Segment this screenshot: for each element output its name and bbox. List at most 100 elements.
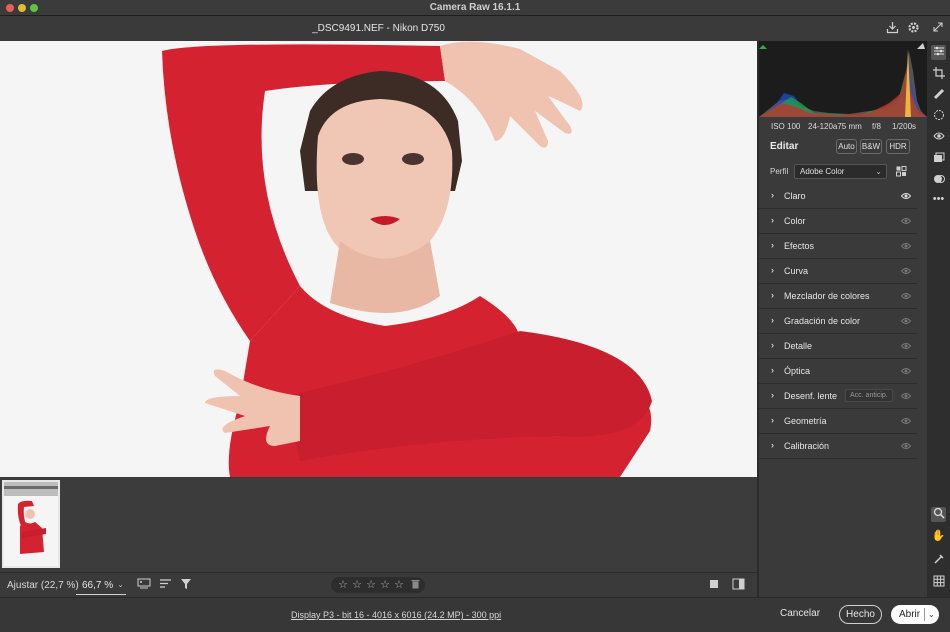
chevron-right-icon: › (771, 365, 774, 375)
visibility-eye-icon[interactable] (901, 342, 911, 350)
section-geometria[interactable]: › Geometría (759, 409, 917, 434)
hand-icon[interactable]: ✋ (931, 529, 946, 544)
more-icon[interactable]: ••• (931, 192, 946, 207)
rating-bar: ☆ ☆ ☆ ☆ ☆ (331, 577, 425, 593)
early-access-badge: Acc. anticip. (845, 389, 893, 402)
visibility-eye-icon[interactable] (901, 292, 911, 300)
visibility-eye-icon[interactable] (901, 367, 911, 375)
filmstrip (0, 477, 757, 572)
section-curva[interactable]: › Curva (759, 259, 917, 284)
edit-title: Editar (770, 141, 799, 152)
file-info: _DSC9491.NEF - Nikon D750 (312, 23, 445, 34)
rating-star[interactable]: ☆ (393, 578, 405, 591)
trash-icon[interactable] (409, 579, 421, 592)
histogram (759, 41, 927, 117)
chevron-right-icon: › (771, 290, 774, 300)
camera-info: ISO 100 24-120a75 mm f/8 1/200s (759, 119, 927, 133)
section-label: Efectos (784, 241, 815, 251)
section-mezclador[interactable]: › Mezclador de colores (759, 284, 917, 309)
chevron-right-icon: › (771, 340, 774, 350)
gear-icon[interactable] (906, 21, 920, 35)
chevron-right-icon: › (771, 265, 774, 275)
visibility-eye-icon[interactable] (901, 417, 911, 425)
chevron-right-icon: › (771, 240, 774, 250)
open-divider (924, 608, 925, 621)
chevron-right-icon: › (771, 440, 774, 450)
open-button[interactable]: Abrir ⌄ (891, 605, 939, 624)
section-gradacion[interactable]: › Gradación de color (759, 309, 917, 334)
auto-button[interactable]: Auto (836, 139, 857, 154)
visibility-eye-icon[interactable] (901, 442, 911, 450)
bottom-toolbar: Ajustar (22,7 %) 66,7 % ⌄ ☆ ☆ ☆ ☆ ☆ (0, 572, 757, 597)
section-optica[interactable]: › Óptica (759, 359, 917, 384)
snapshots-icon[interactable] (931, 152, 946, 167)
cancel-button[interactable]: Cancelar (780, 608, 820, 619)
section-efectos[interactable]: › Efectos (759, 234, 917, 259)
section-desenf-lente[interactable]: › Desenf. lente Acc. anticip. (759, 384, 917, 409)
lens-value: 24-120a75 mm (808, 122, 862, 131)
visibility-eye-icon[interactable] (901, 192, 911, 200)
section-color[interactable]: › Color (759, 209, 917, 234)
chevron-down-icon[interactable]: ⌄ (928, 605, 935, 624)
status-bar: Display P3 - bit 16 - 4016 x 6016 (24.2 … (0, 597, 950, 632)
visibility-eye-icon[interactable] (901, 217, 911, 225)
done-button[interactable]: Hecho (839, 605, 882, 624)
profile-select[interactable]: Adobe Color ⌄ (794, 164, 887, 179)
presets-icon[interactable] (931, 173, 946, 188)
chevron-down-icon: ⌄ (875, 167, 882, 176)
section-label: Gradación de color (784, 316, 861, 326)
profile-row: Perfil Adobe Color ⌄ (759, 163, 927, 181)
rating-star[interactable]: ☆ (365, 578, 377, 591)
section-claro[interactable]: › Claro (759, 184, 917, 209)
zoom-icon[interactable] (931, 507, 946, 522)
chevron-right-icon: › (771, 415, 774, 425)
red-eye-icon[interactable] (931, 131, 946, 146)
app-title: Camera Raw 16.1.1 (429, 2, 521, 13)
section-label: Geometría (784, 416, 827, 426)
color-sampler-icon[interactable] (931, 553, 946, 568)
edit-sections: › Claro › Color › Efectos › Curva › Mezc… (759, 184, 917, 459)
filter-icon[interactable] (179, 578, 193, 592)
section-label: Desenf. lente (784, 391, 838, 401)
save-icon[interactable] (885, 21, 899, 35)
visibility-eye-icon[interactable] (901, 392, 911, 400)
zoom-fit-button[interactable]: Ajustar (22,7 %) (7, 580, 79, 591)
edit-header: Editar Auto B&W HDR (759, 137, 927, 157)
aperture-value: f/8 (872, 122, 881, 131)
chevron-right-icon: › (771, 215, 774, 225)
bw-button[interactable]: B&W (860, 139, 882, 154)
zoom-level-value: 66,7 % (82, 580, 114, 591)
filmstrip-thumbnail[interactable] (2, 480, 60, 568)
chevron-down-icon: ⌄ (117, 580, 124, 589)
visibility-eye-icon[interactable] (901, 242, 911, 250)
mask-icon[interactable] (931, 109, 946, 124)
edit-panel: ISO 100 24-120a75 mm f/8 1/200s Editar A… (759, 41, 927, 597)
sort-icon[interactable] (158, 578, 172, 592)
crop-icon[interactable] (931, 67, 946, 82)
section-label: Color (784, 216, 806, 226)
fullscreen-icon[interactable] (931, 21, 945, 35)
image-preview[interactable] (0, 41, 757, 477)
visibility-eye-icon[interactable] (901, 317, 911, 325)
single-view-icon[interactable] (707, 578, 721, 592)
heal-icon[interactable] (931, 88, 946, 103)
profile-label: Perfil (770, 167, 789, 176)
section-calibracion[interactable]: › Calibración (759, 434, 917, 459)
profile-browser-icon[interactable] (896, 166, 907, 177)
hdr-button[interactable]: HDR (886, 139, 910, 154)
rating-star[interactable]: ☆ (379, 578, 391, 591)
section-detalle[interactable]: › Detalle (759, 334, 917, 359)
zoom-level-select[interactable]: 66,7 % ⌄ (76, 576, 126, 595)
rating-star[interactable]: ☆ (351, 578, 363, 591)
rating-star[interactable]: ☆ (337, 578, 349, 591)
profile-value: Adobe Color (800, 167, 845, 176)
filmstrip-options-icon[interactable] (137, 578, 151, 592)
visibility-eye-icon[interactable] (901, 267, 911, 275)
section-label: Mezclador de colores (784, 291, 870, 301)
iso-value: ISO 100 (771, 122, 801, 131)
workflow-options-link[interactable]: Display P3 - bit 16 - 4016 x 6016 (24.2 … (291, 610, 501, 620)
section-label: Óptica (784, 366, 811, 376)
edit-sliders-icon[interactable] (931, 45, 946, 60)
before-after-icon[interactable] (731, 578, 745, 592)
grid-icon[interactable] (931, 575, 946, 590)
